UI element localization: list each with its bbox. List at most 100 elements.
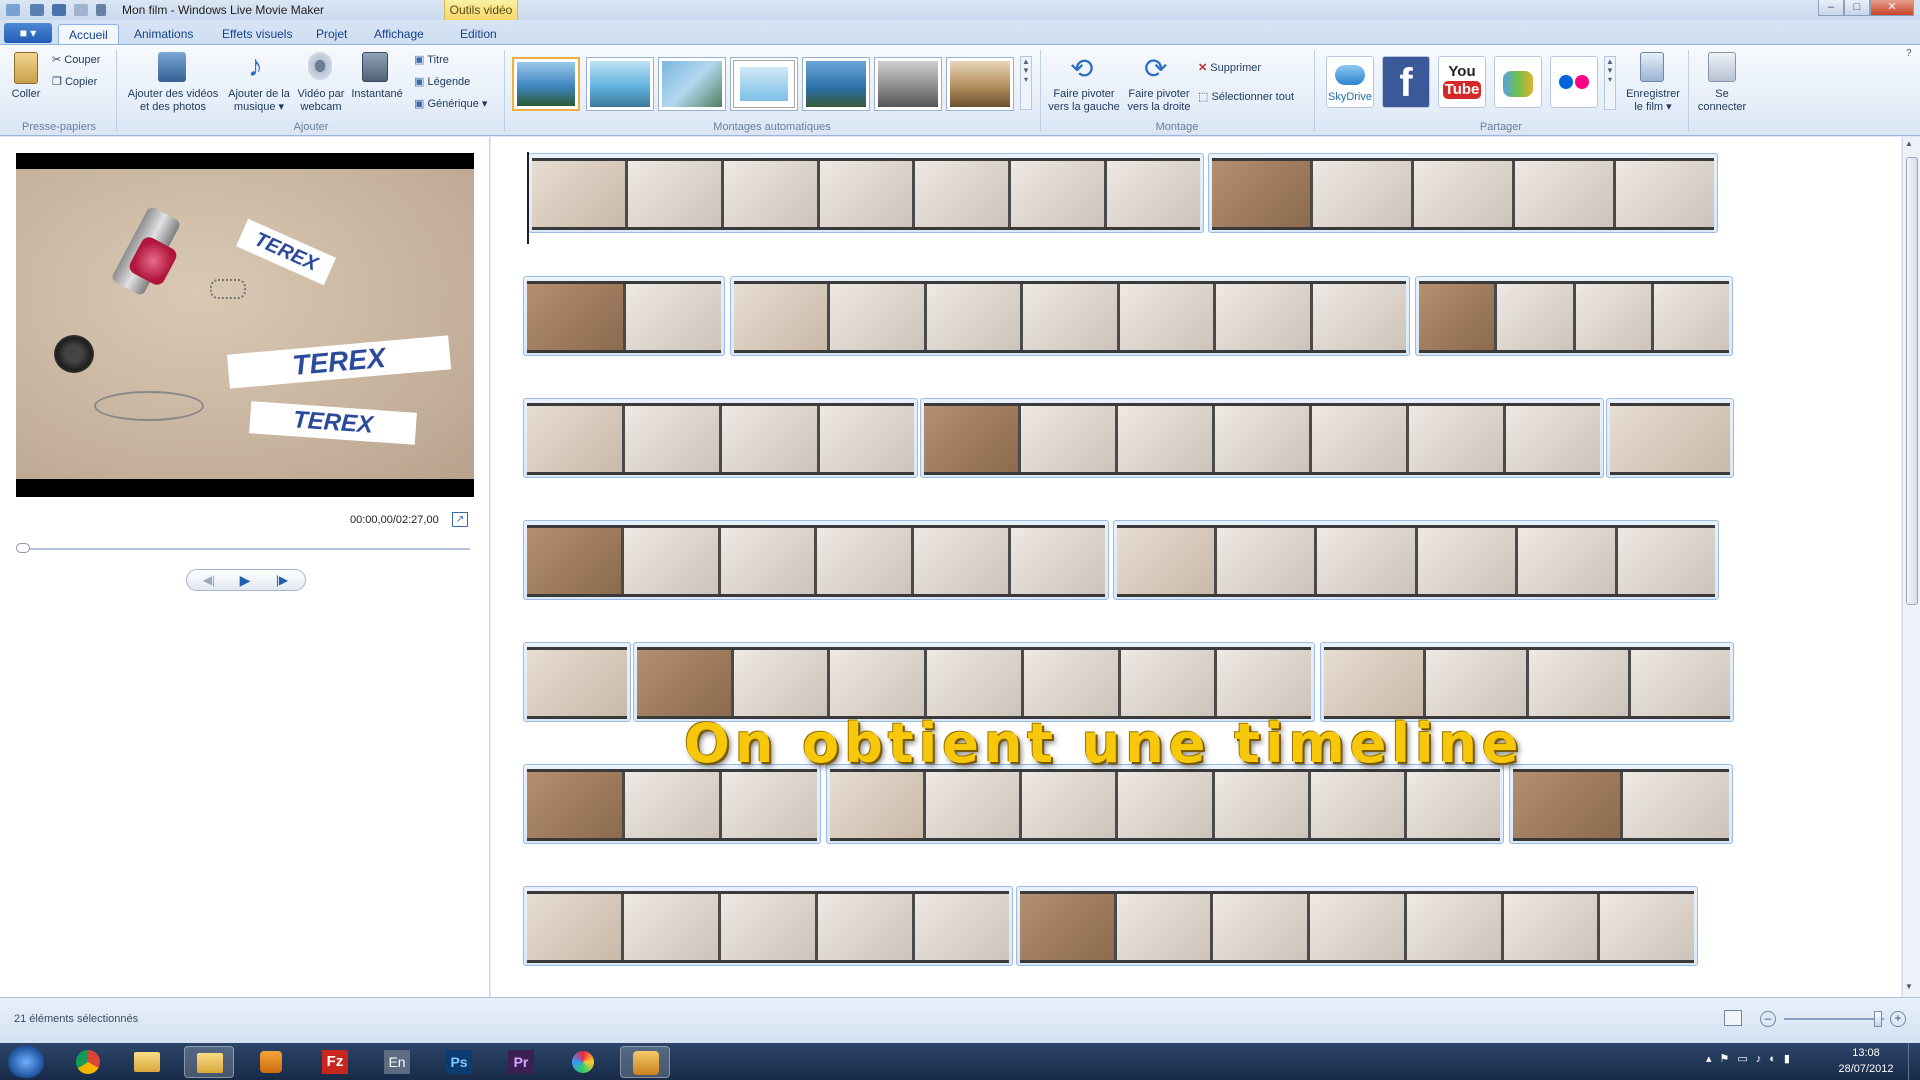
timeline-clip[interactable] bbox=[523, 520, 1109, 600]
filezilla-taskbar-icon[interactable]: Fz bbox=[310, 1046, 360, 1078]
chrome-taskbar-icon[interactable] bbox=[64, 1046, 114, 1078]
group-share-icon[interactable] bbox=[1494, 56, 1542, 108]
timeline-scrollbar[interactable]: ▲ ▼ bbox=[1902, 137, 1920, 997]
clock-date[interactable]: 28/07/2012 bbox=[1830, 1063, 1902, 1075]
video-preview-monitor[interactable]: TEREX TEREX TEREX bbox=[16, 153, 474, 497]
photoshop-taskbar-icon[interactable]: Ps bbox=[434, 1046, 484, 1078]
paste-button[interactable]: Coller bbox=[6, 88, 46, 101]
delete-label: Supprimer bbox=[1210, 62, 1262, 74]
timeline-clip[interactable] bbox=[920, 398, 1604, 478]
automovie-theme-5[interactable] bbox=[802, 57, 870, 111]
seek-bar[interactable] bbox=[18, 548, 470, 550]
tab-effets-visuels[interactable]: Effets visuels bbox=[212, 24, 302, 44]
flickr-icon[interactable] bbox=[1550, 56, 1598, 108]
language-taskbar-icon[interactable]: En bbox=[372, 1046, 422, 1078]
timeline-clip[interactable] bbox=[1016, 886, 1698, 966]
automovie-theme-1[interactable] bbox=[512, 57, 580, 111]
save-icon[interactable] bbox=[30, 4, 44, 16]
scroll-up-icon[interactable]: ▲ bbox=[1905, 139, 1913, 148]
timeline-clip[interactable] bbox=[1415, 276, 1733, 356]
snapshot-button[interactable]: Instantané bbox=[348, 88, 406, 101]
copy-button[interactable]: ❐ Copier bbox=[52, 74, 97, 90]
timeline-clip[interactable] bbox=[523, 886, 1013, 966]
tab-accueil[interactable]: Accueil bbox=[58, 24, 119, 44]
system-tray-icons[interactable]: ▴⚑▭♪◐▮ bbox=[1706, 1052, 1798, 1065]
movie-maker-taskbar-icon[interactable] bbox=[620, 1046, 670, 1078]
rotate-left-button[interactable]: Faire pivoter vers la gauche bbox=[1044, 88, 1124, 114]
start-button-icon[interactable] bbox=[8, 1046, 44, 1078]
minimize-button[interactable]: – bbox=[1818, 0, 1844, 16]
tab-affichage[interactable]: Affichage bbox=[364, 24, 434, 44]
close-button[interactable]: ✕ bbox=[1870, 0, 1914, 16]
timeline-clip[interactable] bbox=[1113, 520, 1719, 600]
file-menu-button[interactable]: ■ ▾ bbox=[4, 23, 52, 43]
tab-edition[interactable]: Edition bbox=[450, 24, 507, 44]
timeline-clip[interactable] bbox=[523, 276, 725, 356]
redo-icon[interactable] bbox=[74, 4, 88, 16]
playhead-indicator[interactable] bbox=[527, 152, 529, 244]
media-player-taskbar-icon[interactable] bbox=[246, 1046, 296, 1078]
explorer-taskbar-icon[interactable] bbox=[122, 1046, 172, 1078]
timeline-clip[interactable] bbox=[730, 276, 1410, 356]
credits-button[interactable]: ▣ Générique ▾ bbox=[414, 96, 487, 112]
scroll-down-icon[interactable]: ▼ bbox=[1905, 982, 1913, 991]
automovie-theme-7[interactable] bbox=[946, 57, 1014, 111]
caption-button[interactable]: ▣ Légende bbox=[414, 74, 470, 90]
storyboard-view-icon[interactable] bbox=[1724, 1010, 1742, 1026]
timeline-clip[interactable] bbox=[1320, 642, 1734, 722]
zoom-out-icon[interactable]: – bbox=[1760, 1011, 1776, 1027]
save-movie-button[interactable]: Enregistrer le film ▾ bbox=[1618, 88, 1688, 114]
zoom-thumb[interactable] bbox=[1874, 1011, 1882, 1027]
previous-frame-icon[interactable]: ◀| bbox=[196, 571, 222, 589]
automovie-theme-3[interactable] bbox=[658, 57, 726, 111]
timeline-clip[interactable] bbox=[523, 398, 918, 478]
add-videos-photos-button[interactable]: Ajouter des vidéos et des photos bbox=[122, 88, 224, 114]
sign-in-icon bbox=[1708, 52, 1736, 82]
next-frame-icon[interactable]: |▶ bbox=[268, 571, 296, 589]
seek-thumb[interactable] bbox=[16, 543, 30, 553]
sign-in-button[interactable]: Se connecter bbox=[1692, 88, 1752, 114]
cut-button[interactable]: ✂ Couper bbox=[52, 52, 100, 68]
themes-scroll-arrows[interactable]: ▲ ▼ ▾ bbox=[1020, 56, 1032, 110]
scroll-thumb[interactable] bbox=[1906, 157, 1918, 605]
youtube-button[interactable]: You Tube bbox=[1438, 56, 1486, 108]
help-icon[interactable]: ? bbox=[1906, 48, 1912, 59]
share-scroll-arrows[interactable]: ▲ ▼ ▾ bbox=[1604, 56, 1616, 110]
tab-projet[interactable]: Projet bbox=[306, 24, 357, 44]
play-icon[interactable]: ▶ bbox=[228, 570, 262, 590]
automovie-theme-6[interactable] bbox=[874, 57, 942, 111]
clip-thumbnail bbox=[624, 406, 719, 472]
fullscreen-icon[interactable]: ↗ bbox=[452, 512, 468, 527]
facebook-icon[interactable]: f bbox=[1382, 56, 1430, 108]
timeline-clip[interactable] bbox=[633, 642, 1315, 722]
webcam-video-button[interactable]: Vidéo par webcam bbox=[294, 88, 348, 114]
undo-icon[interactable] bbox=[52, 4, 66, 16]
timeline-clip[interactable] bbox=[1606, 398, 1734, 478]
maximize-button[interactable]: □ bbox=[1844, 0, 1870, 16]
zoom-in-icon[interactable]: + bbox=[1890, 1011, 1906, 1027]
select-all-button[interactable]: ⬚ Sélectionner tout bbox=[1198, 89, 1294, 105]
timeline-clip[interactable] bbox=[1509, 764, 1733, 844]
rotate-right-button[interactable]: Faire pivoter vers la droite bbox=[1120, 88, 1198, 114]
paint-taskbar-icon[interactable] bbox=[558, 1046, 608, 1078]
clip-thumbnail bbox=[1023, 284, 1117, 350]
skydrive-button[interactable]: SkyDrive bbox=[1326, 56, 1374, 108]
delete-button[interactable]: ✕ Supprimer bbox=[1198, 60, 1261, 76]
timeline-clip[interactable] bbox=[826, 764, 1504, 844]
theme-thumb bbox=[590, 61, 650, 107]
title-button[interactable]: ▣ Titre bbox=[414, 52, 449, 68]
show-desktop-button[interactable] bbox=[1908, 1043, 1920, 1080]
timeline-clip[interactable] bbox=[528, 153, 1204, 233]
timeline-clip[interactable] bbox=[1208, 153, 1718, 233]
timeline-clip[interactable] bbox=[523, 764, 821, 844]
zoom-slider[interactable] bbox=[1784, 1018, 1884, 1020]
customize-quick-access-icon[interactable] bbox=[96, 4, 106, 16]
tab-animations[interactable]: Animations bbox=[124, 24, 203, 44]
premiere-taskbar-icon[interactable]: Pr bbox=[496, 1046, 546, 1078]
clock-time[interactable]: 13:08 bbox=[1836, 1047, 1896, 1059]
explorer-window-taskbar-icon[interactable] bbox=[184, 1046, 234, 1078]
automovie-theme-2[interactable] bbox=[586, 57, 654, 111]
timeline-clip[interactable] bbox=[523, 642, 631, 722]
automovie-theme-4[interactable] bbox=[730, 57, 798, 111]
add-music-button[interactable]: Ajouter de la musique ▾ bbox=[224, 88, 294, 114]
